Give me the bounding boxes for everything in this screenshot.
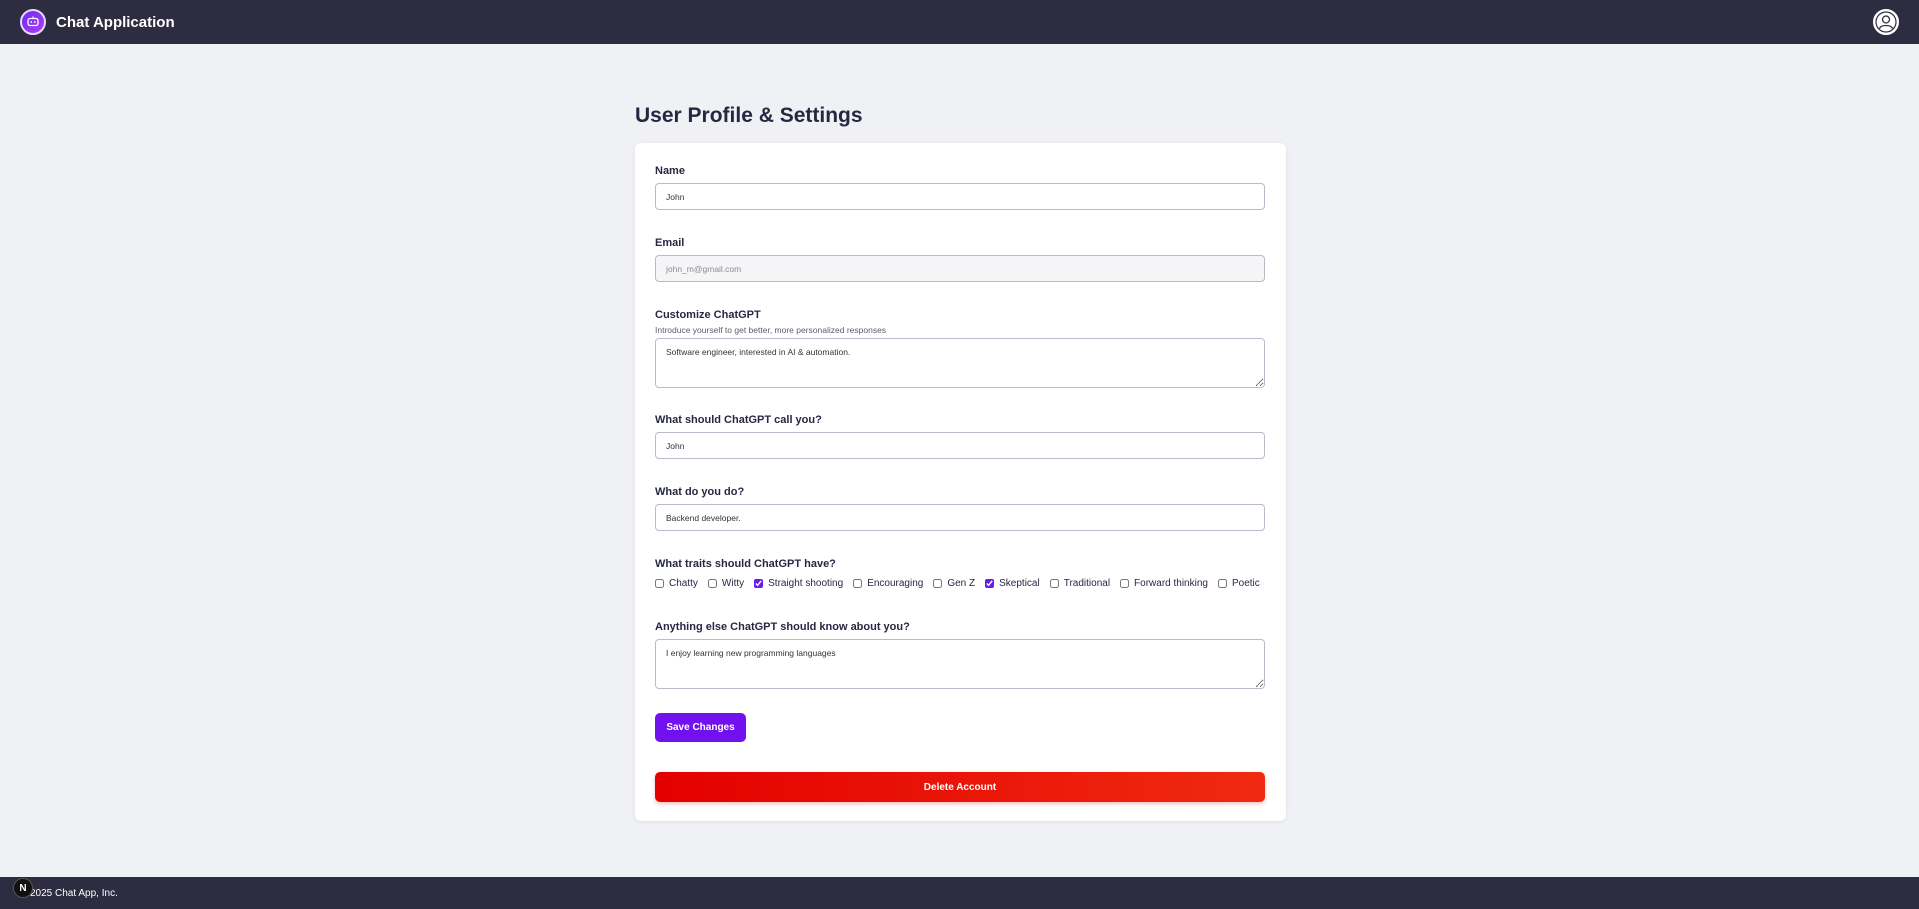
user-avatar-icon[interactable] xyxy=(1873,9,1899,35)
anything-else-label: Anything else ChatGPT should know about … xyxy=(655,621,910,633)
customize-textarea[interactable] xyxy=(655,338,1265,388)
call-you-input[interactable] xyxy=(655,432,1265,459)
email-label: Email xyxy=(655,237,685,249)
trait-traditional[interactable]: Traditional xyxy=(1049,578,1111,589)
email-input xyxy=(655,255,1265,282)
trait-checkbox[interactable] xyxy=(655,579,664,588)
trait-poetic[interactable]: Poetic xyxy=(1217,578,1260,589)
trait-encouraging[interactable]: Encouraging xyxy=(853,578,923,589)
trait-checkbox[interactable] xyxy=(1217,579,1227,588)
trait-forward-thinking[interactable]: Forward thinking xyxy=(1120,578,1208,589)
email-field-group: Email xyxy=(655,237,1265,282)
trait-checkbox[interactable] xyxy=(707,579,717,588)
trait-chatty[interactable]: Chatty xyxy=(655,578,698,589)
what-do-field-group: What do you do? xyxy=(655,486,1265,531)
top-navbar: Chat Application xyxy=(0,0,1919,44)
trait-label: Straight shooting xyxy=(768,578,844,589)
dev-tools-badge[interactable]: N xyxy=(13,878,33,898)
trait-skeptical[interactable]: Skeptical xyxy=(985,578,1040,589)
trait-label: Forward thinking xyxy=(1134,578,1208,589)
trait-label: Witty xyxy=(721,578,745,589)
trait-checkbox[interactable] xyxy=(1049,579,1059,588)
name-input[interactable] xyxy=(655,183,1265,210)
trait-label: Traditional xyxy=(1063,578,1111,589)
copyright-text: 2025 Chat App, Inc. xyxy=(30,887,118,899)
trait-label: Poetic xyxy=(1231,578,1260,589)
customize-field-group: Customize ChatGPT Introduce yourself to … xyxy=(655,309,1265,393)
trait-straight-shooting[interactable]: Straight shooting xyxy=(754,578,843,589)
trait-label: Gen Z xyxy=(947,578,976,589)
what-do-input[interactable] xyxy=(655,504,1265,531)
traits-checkbox-list: Chatty Witty Straight shooting Encouragi… xyxy=(655,578,1265,589)
save-button[interactable]: Save Changes xyxy=(655,713,746,742)
trait-checkbox[interactable] xyxy=(853,579,863,588)
trait-checkbox[interactable] xyxy=(1120,579,1130,588)
call-you-label: What should ChatGPT call you? xyxy=(655,414,822,426)
settings-card: Name Email Customize ChatGPT Introduce y… xyxy=(635,143,1286,821)
trait-checkbox[interactable] xyxy=(933,579,943,588)
brand[interactable]: Chat Application xyxy=(20,9,175,35)
name-field-group: Name xyxy=(655,165,1265,210)
anything-else-field-group: Anything else ChatGPT should know about … xyxy=(655,621,1265,694)
trait-gen-z[interactable]: Gen Z xyxy=(933,578,975,589)
page-title: User Profile & Settings xyxy=(635,104,863,127)
call-you-field-group: What should ChatGPT call you? xyxy=(655,414,1265,459)
trait-checkbox[interactable] xyxy=(754,579,764,588)
trait-checkbox[interactable] xyxy=(985,579,995,588)
app-title: Chat Application xyxy=(56,13,175,31)
delete-account-button[interactable]: Delete Account xyxy=(655,772,1265,802)
anything-else-textarea[interactable] xyxy=(655,639,1265,689)
trait-witty[interactable]: Witty xyxy=(707,578,745,589)
traits-field-group: What traits should ChatGPT have? Chatty … xyxy=(655,558,1265,589)
traits-label: What traits should ChatGPT have? xyxy=(655,558,836,570)
trait-label: Encouraging xyxy=(867,578,924,589)
customize-hint: Introduce yourself to get better, more p… xyxy=(655,325,887,335)
footer: 2025 Chat App, Inc. xyxy=(0,877,1919,909)
customize-label: Customize ChatGPT xyxy=(655,309,761,321)
name-label: Name xyxy=(655,165,685,177)
trait-label: Chatty xyxy=(669,578,698,589)
what-do-label: What do you do? xyxy=(655,486,745,498)
chat-bot-icon xyxy=(20,9,46,35)
trait-label: Skeptical xyxy=(999,578,1040,589)
